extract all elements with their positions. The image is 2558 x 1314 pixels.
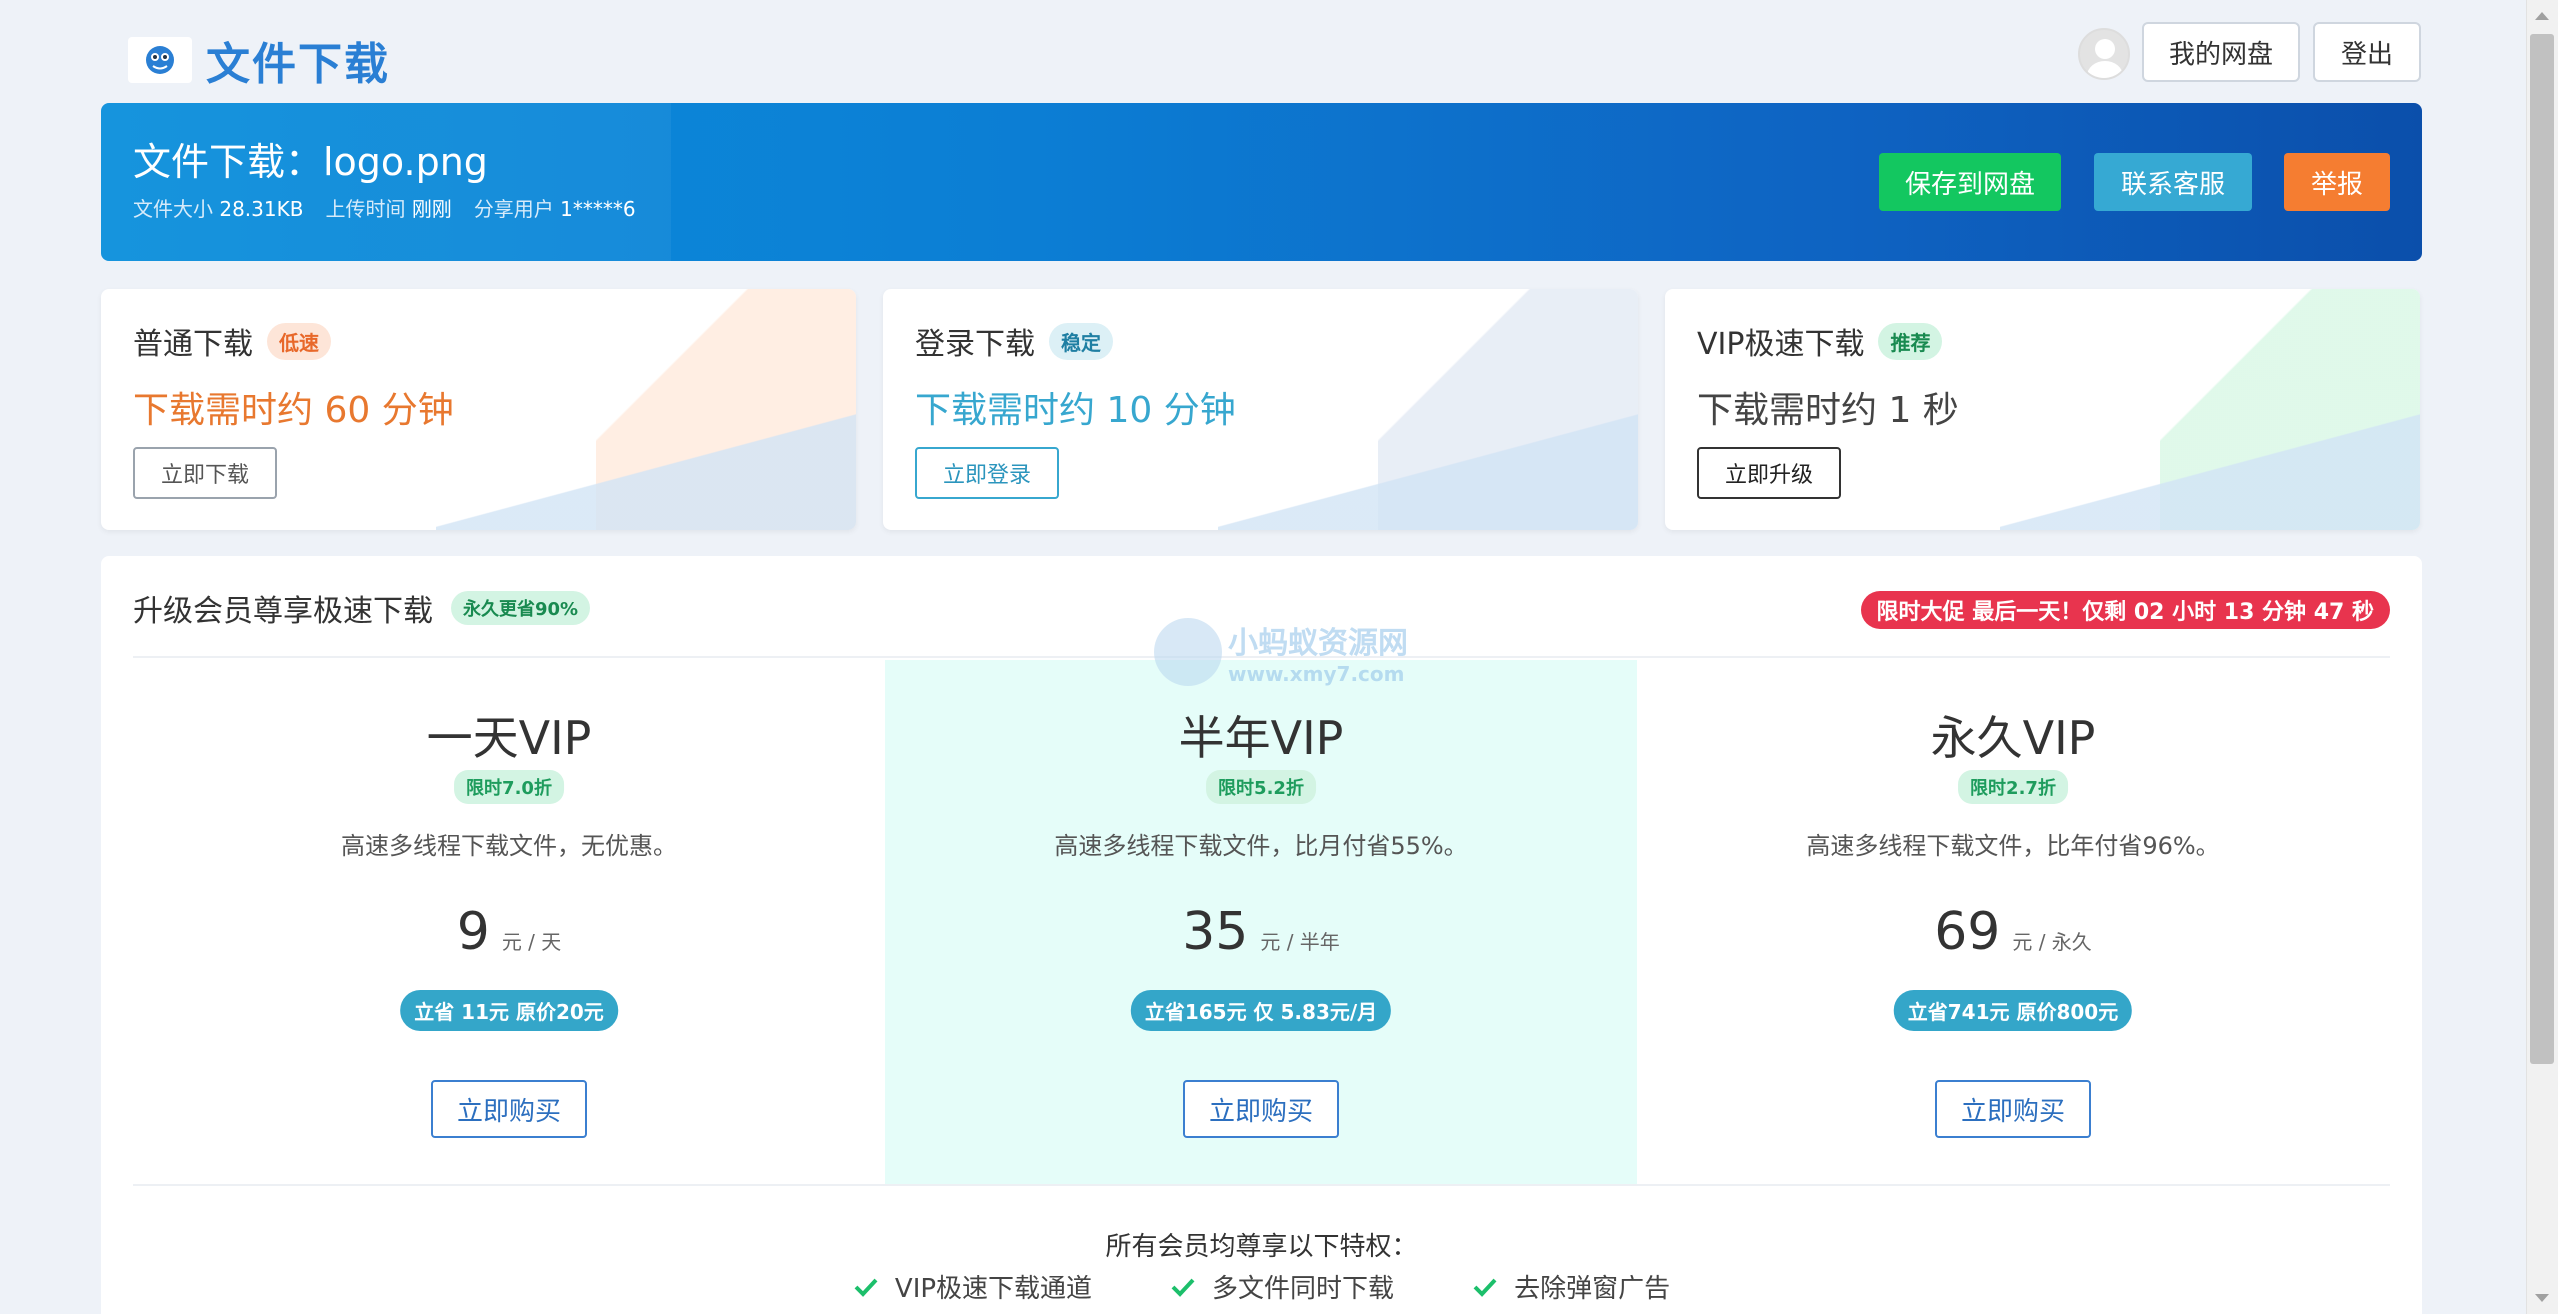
- price-unit: 元 / 永久: [2012, 930, 2092, 954]
- scrollbar-thumb[interactable]: [2530, 34, 2554, 1064]
- plan-price: 69 元 / 永久: [1637, 902, 2389, 962]
- share-user-value: 1*****6: [560, 197, 636, 221]
- card-title: 登录下载: [915, 327, 1035, 362]
- check-icon: [1171, 1278, 1195, 1297]
- user-avatar[interactable]: [2078, 28, 2130, 80]
- upload-time-value: 刚刚: [411, 197, 452, 221]
- plans-title: 升级会员尊享极速下载: [133, 594, 433, 629]
- login-now-button[interactable]: 立即登录: [915, 447, 1060, 499]
- plan-discount: 限时7.0折: [454, 770, 564, 804]
- price-number: 69: [1934, 902, 2001, 962]
- logo-mascot-icon: [128, 37, 192, 83]
- upgrade-now-button[interactable]: 立即升级: [1697, 447, 1842, 499]
- plan-discount: 限时2.7折: [1958, 770, 2068, 804]
- plan-lifetime: 永久VIP 限时2.7折 高速多线程下载文件，比年付省96%。 69 元 / 永…: [1637, 660, 2389, 1184]
- file-info-banner: 文件下载：logo.png 文件大小 28.31KB 上传时间 刚刚 分享用户 …: [101, 103, 2422, 261]
- stable-tag: 稳定: [1049, 322, 1113, 360]
- card-title: 普通下载: [133, 327, 253, 362]
- scroll-up-arrow-icon[interactable]: [2535, 12, 2549, 20]
- site-watermark: 小蚂蚁资源网 www.xmy7.com: [1154, 618, 1408, 686]
- file-title: 文件下载：logo.png: [133, 140, 488, 184]
- divider: [133, 1184, 2390, 1186]
- my-drive-button[interactable]: 我的网盘: [2142, 22, 2300, 82]
- plan-desc: 高速多线程下载文件，比月付省55%。: [1054, 832, 1468, 860]
- download-time: 下载需时约 10 分钟: [915, 390, 1236, 431]
- check-icon: [854, 1278, 878, 1297]
- plan-discount: 限时5.2折: [1206, 770, 1316, 804]
- promo-countdown-badge: 限时大促 最后一天！仅剩 02 小时 13 分钟 47 秒: [1860, 591, 2390, 629]
- top-bar: 文件下载 我的网盘 登出: [0, 0, 2526, 104]
- price-unit: 元 / 半年: [1260, 930, 1340, 954]
- normal-download-card: 普通下载 低速 下载需时约 60 分钟 立即下载: [101, 289, 856, 530]
- vip-download-card: VIP极速下载 推荐 下载需时约 1 秒 立即升级: [1665, 289, 2420, 530]
- buy-now-button[interactable]: 立即购买: [1183, 1080, 1339, 1138]
- upload-time-label: 上传时间: [325, 197, 406, 221]
- plan-desc: 高速多线程下载文件，比年付省96%。: [1806, 832, 2220, 860]
- plan-savings: 立省 11元 原价20元: [400, 990, 618, 1031]
- perk-item: 多文件同时下载: [1170, 1268, 1394, 1305]
- card-title: VIP极速下载: [1697, 327, 1865, 362]
- price-number: 9: [456, 902, 490, 962]
- logo-text: 文件下载: [206, 39, 390, 90]
- site-logo[interactable]: 文件下载: [128, 28, 390, 92]
- plan-name: 半年VIP: [1178, 711, 1344, 765]
- save-to-drive-button[interactable]: 保存到网盘: [1879, 153, 2061, 211]
- file-meta: 文件大小 28.31KB 上传时间 刚刚 分享用户 1*****6: [133, 193, 636, 222]
- perk-label: VIP极速下载通道: [894, 1274, 1093, 1304]
- check-icon: [1473, 1278, 1497, 1297]
- page-scrollbar[interactable]: [2526, 0, 2558, 1314]
- plan-one-day: 一天VIP 限时7.0折 高速多线程下载文件，无优惠。 9 元 / 天 立省 1…: [133, 660, 885, 1184]
- perk-label: 去除弹窗广告: [1514, 1274, 1671, 1304]
- watermark-url: www.xmy7.com: [1228, 662, 1405, 686]
- plan-name: 一天VIP: [426, 711, 592, 765]
- perk-item: VIP极速下载通道: [853, 1268, 1092, 1305]
- plan-price: 35 元 / 半年: [885, 902, 1637, 962]
- recommend-tag: 推荐: [1878, 322, 1943, 360]
- logout-button[interactable]: 登出: [2313, 22, 2421, 82]
- speed-tag: 低速: [267, 322, 331, 360]
- contact-support-button[interactable]: 联系客服: [2094, 153, 2252, 211]
- download-time: 下载需时约 1 秒: [1697, 390, 1959, 431]
- plan-name: 永久VIP: [1930, 711, 2096, 765]
- file-size-label: 文件大小: [133, 197, 213, 221]
- perks-title: 所有会员均尊享以下特权：: [1105, 1232, 1418, 1262]
- perk-item: 去除弹窗广告: [1472, 1268, 1670, 1305]
- login-download-card: 登录下载 稳定 下载需时约 10 分钟 立即登录: [883, 289, 1638, 530]
- watermark-logo-icon: [1154, 618, 1222, 686]
- perks-list: VIP极速下载通道 多文件同时下载 去除弹窗广告: [101, 1268, 2422, 1305]
- download-time: 下载需时约 60 分钟: [133, 390, 454, 431]
- plan-savings: 立省165元 仅 5.83元/月: [1130, 990, 1392, 1031]
- buy-now-button[interactable]: 立即购买: [1935, 1080, 2091, 1138]
- plan-desc: 高速多线程下载文件，无优惠。: [341, 832, 677, 860]
- report-button[interactable]: 举报: [2284, 153, 2390, 211]
- price-number: 35: [1182, 902, 1249, 962]
- perk-label: 多文件同时下载: [1212, 1274, 1395, 1304]
- download-now-button[interactable]: 立即下载: [133, 447, 278, 499]
- price-unit: 元 / 天: [501, 930, 562, 954]
- share-user-label: 分享用户: [473, 197, 554, 221]
- file-size-value: 28.31KB: [219, 197, 304, 221]
- plan-savings: 立省741元 原价800元: [1893, 990, 2133, 1031]
- watermark-name: 小蚂蚁资源网: [1228, 626, 1408, 661]
- plans-save-tag: 永久更省90%: [451, 591, 591, 625]
- scroll-down-arrow-icon[interactable]: [2535, 1294, 2549, 1302]
- plan-price: 9 元 / 天: [133, 902, 885, 962]
- buy-now-button[interactable]: 立即购买: [431, 1080, 587, 1138]
- plan-half-year: 半年VIP 限时5.2折 高速多线程下载文件，比月付省55%。 35 元 / 半…: [885, 660, 1637, 1184]
